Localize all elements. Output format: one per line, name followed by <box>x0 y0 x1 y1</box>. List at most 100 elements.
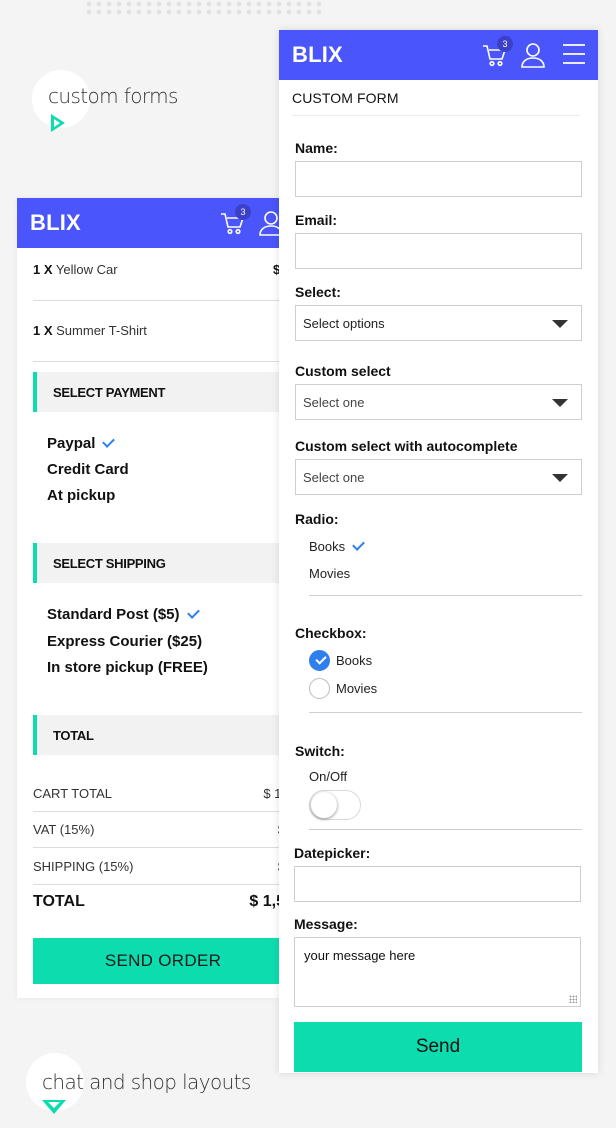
option-label: Standard Post ($5) <box>47 606 180 623</box>
cart-icon[interactable]: 3 <box>481 36 513 73</box>
app-bar: BLIX 3 <box>279 30 598 80</box>
payment-option-paypal[interactable]: Paypal <box>47 435 116 452</box>
custom-select-label: Custom select <box>295 363 391 379</box>
payment-option-pickup[interactable]: At pickup <box>47 487 115 504</box>
cart-badge: 3 <box>235 204 251 220</box>
select-shipping-heading: SELECT SHIPPING <box>33 543 279 583</box>
dots-decoration <box>84 0 324 16</box>
app-bar: BLIX 3 <box>17 198 279 248</box>
check-icon <box>102 435 116 448</box>
custom-forms-label: custom forms <box>32 70 232 140</box>
chat-shop-text: chat and shop layouts <box>42 1070 251 1094</box>
on-off-switch[interactable] <box>309 790 361 820</box>
message-label: Message: <box>294 916 358 932</box>
cart-item-qty: 1 X <box>33 323 53 338</box>
checkbox-books[interactable]: Books <box>309 650 372 671</box>
total-row-cart: CART TOTAL $ 1, <box>33 786 279 801</box>
checkbox-checked-icon <box>309 650 330 671</box>
autocomplete-select[interactable]: Select one <box>295 459 582 495</box>
option-label: At pickup <box>47 487 116 504</box>
divider <box>33 847 279 848</box>
resize-grip-icon[interactable] <box>569 995 577 1003</box>
caret-down-icon <box>552 474 568 482</box>
switch-text: On/Off <box>309 769 348 784</box>
shipping-option-store-pickup[interactable]: In store pickup (FREE) <box>47 659 208 676</box>
total-value: $ 1, <box>263 786 279 801</box>
select-payment-heading: SELECT PAYMENT <box>33 372 279 412</box>
email-label: Email: <box>295 212 338 228</box>
radio-option-movies[interactable]: Movies <box>309 566 350 581</box>
cart-item: 1 X Summer T-Shirt <box>33 323 279 338</box>
divider <box>33 811 279 812</box>
play-triangle-icon <box>51 114 65 132</box>
message-textarea[interactable]: your message here <box>294 937 581 1007</box>
cart-item-name: Yellow Car <box>55 262 118 277</box>
brand-logo: BLIX <box>292 42 343 67</box>
caret-down-icon <box>552 399 568 407</box>
checkbox-label: Checkbox: <box>295 625 367 641</box>
send-order-button[interactable]: SEND ORDER <box>33 938 279 984</box>
cart-icon[interactable]: 3 <box>219 204 251 241</box>
checkbox-option-label: Movies <box>336 681 378 696</box>
divider <box>33 300 279 301</box>
send-button[interactable]: Send <box>294 1022 582 1072</box>
option-label: In store pickup (FREE) <box>47 659 208 676</box>
total-label: VAT (15%) <box>33 822 95 837</box>
payment-option-credit-card[interactable]: Credit Card <box>47 461 129 478</box>
cart-item: 1 X Yellow Car $ <box>33 262 279 277</box>
divider <box>309 829 582 830</box>
cart-item-qty: 1 X <box>33 262 53 277</box>
total-value: $ 1,5 <box>249 893 279 910</box>
name-input[interactable] <box>295 161 582 197</box>
select-value: Select one <box>303 469 365 485</box>
datepicker-label: Datepicker: <box>294 845 371 861</box>
name-label: Name: <box>295 140 338 156</box>
shipping-option-express[interactable]: Express Courier ($25) <box>47 633 202 650</box>
checkbox-option-label: Books <box>336 653 373 668</box>
radio-option-label: Books <box>309 539 346 554</box>
user-icon[interactable] <box>521 42 545 73</box>
select-value: Select options <box>303 315 385 331</box>
arrow-down-triangle-icon <box>42 1100 66 1114</box>
total-label: SHIPPING (15%) <box>33 859 134 874</box>
option-label: Express Courier ($25) <box>47 633 203 650</box>
switch-label: Switch: <box>295 743 345 759</box>
cart-item-name: Summer T-Shirt <box>56 323 147 338</box>
total-label: TOTAL <box>33 893 85 910</box>
autocomplete-label: Custom select with autocomplete <box>295 438 518 454</box>
total-row-shipping: SHIPPING (15%) $ <box>33 859 279 874</box>
email-input[interactable] <box>295 233 582 269</box>
switch-knob <box>311 792 337 818</box>
check-icon <box>352 538 366 551</box>
total-label: CART TOTAL <box>33 786 112 801</box>
divider <box>33 361 279 362</box>
caret-down-icon <box>552 320 568 328</box>
option-label: Credit Card <box>47 461 129 478</box>
custom-select-dropdown[interactable]: Select one <box>295 384 582 420</box>
shop-screen: BLIX 3 1 X Yellow Car $ 1 X Summer T-Shi… <box>17 198 279 998</box>
divider <box>309 712 582 713</box>
divider <box>33 884 279 885</box>
message-value: your message here <box>304 948 416 963</box>
custom-forms-text: custom forms <box>48 84 178 108</box>
check-icon <box>186 606 200 619</box>
checkbox-movies[interactable]: Movies <box>309 678 377 699</box>
option-label: Paypal <box>47 435 96 452</box>
radio-label: Radio: <box>295 511 339 527</box>
datepicker-input[interactable] <box>294 866 581 902</box>
select-value: Select one <box>303 394 365 410</box>
divider <box>309 595 582 596</box>
brand-logo: BLIX <box>30 210 81 235</box>
shipping-option-standard[interactable]: Standard Post ($5) <box>47 606 200 623</box>
total-row-grand: TOTAL $ 1,5 <box>33 893 279 911</box>
select-label: Select: <box>295 284 341 300</box>
select-dropdown[interactable]: Select options <box>295 305 582 341</box>
total-heading: TOTAL <box>33 715 279 755</box>
chat-shop-label: chat and shop layouts <box>26 1053 256 1123</box>
form-title: CUSTOM FORM <box>292 90 399 106</box>
radio-option-books[interactable]: Books <box>309 538 366 554</box>
custom-form-screen: BLIX 3 CUSTOM FORM Name: Email: Select: … <box>279 30 598 1073</box>
radio-option-label: Movies <box>309 566 351 581</box>
user-icon[interactable] <box>259 210 279 241</box>
menu-icon[interactable] <box>562 43 586 70</box>
